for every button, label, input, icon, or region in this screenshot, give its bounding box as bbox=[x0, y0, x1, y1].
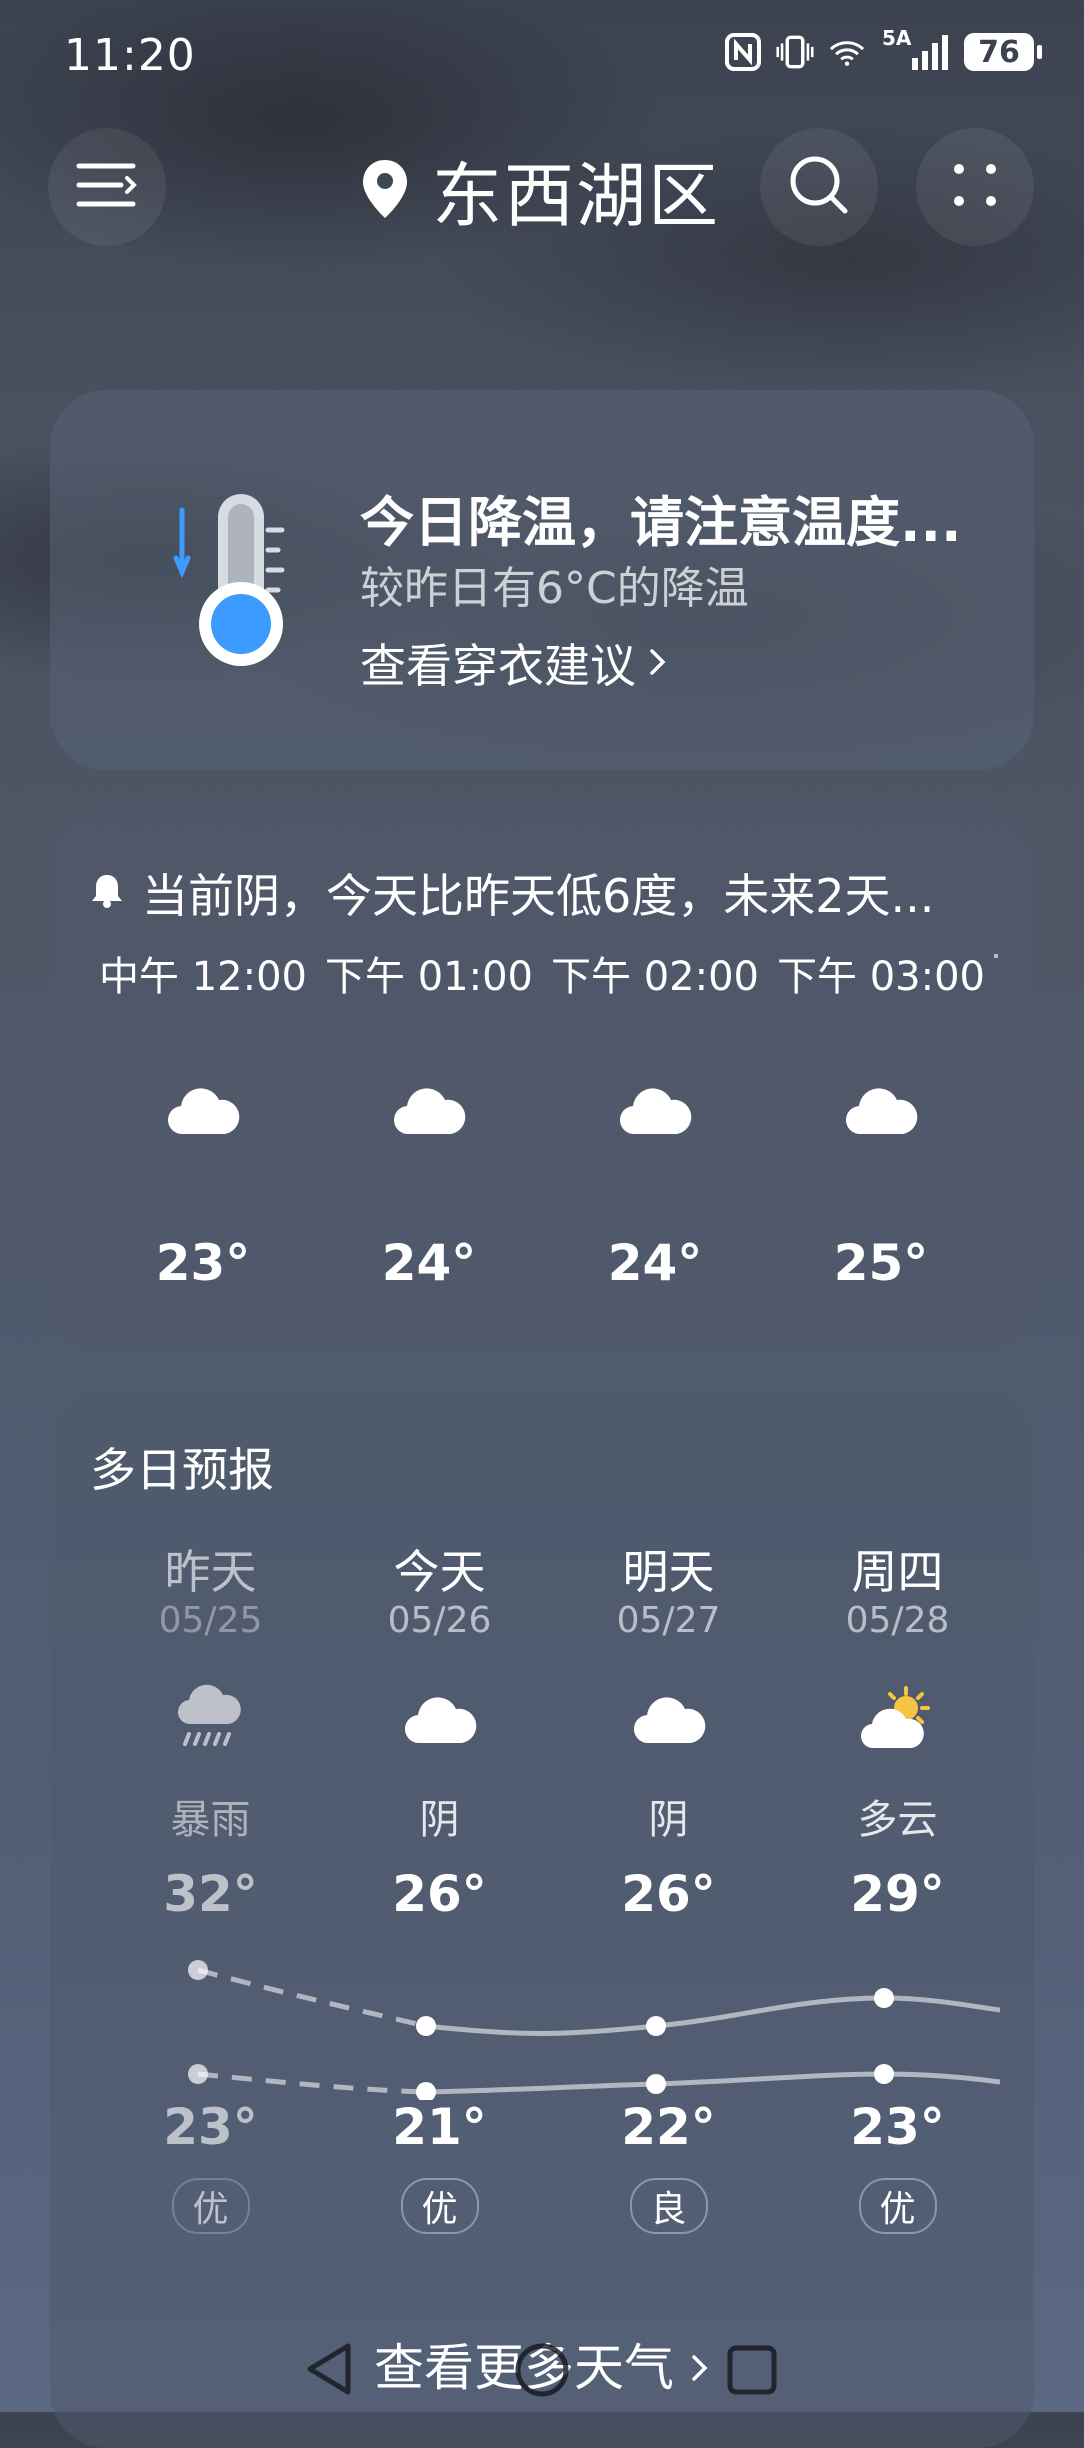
cloudy-icon bbox=[165, 1082, 241, 1142]
chevron-right-icon bbox=[648, 636, 668, 690]
day-high: 26° bbox=[392, 1865, 487, 1923]
day-date: 05/26 bbox=[387, 1600, 492, 1641]
cloudy-icon bbox=[402, 1691, 478, 1751]
daily-forecast-card[interactable]: 多日预报 昨天 05/25 暴雨 32° 今天 05/26 阴 26° 明天 0… bbox=[50, 1388, 1034, 2448]
hourly-temps: 23° 24° 24° 25° bbox=[90, 1234, 1034, 1292]
low-point bbox=[874, 2064, 894, 2084]
hour-temp: 23° bbox=[155, 1234, 251, 1292]
hour-temp: 24° bbox=[607, 1234, 703, 1292]
day-name: 昨天 bbox=[164, 1545, 257, 1599]
day-name: 今天 bbox=[393, 1545, 486, 1599]
status-time: 11:20 bbox=[64, 30, 196, 81]
day-column[interactable]: 周四 05/28 多云 29° bbox=[783, 1536, 1012, 1923]
day-column[interactable]: 明天 05/27 阴 26° bbox=[554, 1536, 783, 1923]
day-high: 26° bbox=[621, 1865, 716, 1923]
menu-icon bbox=[75, 160, 139, 214]
hour-temp: 24° bbox=[381, 1234, 477, 1292]
low-point bbox=[646, 2074, 666, 2094]
hourly-times: 中午 12:00 下午 01:00 下午 02:00 下午 03:00 bbox=[90, 944, 1034, 1002]
vibrate-icon bbox=[776, 32, 814, 72]
nfc-icon bbox=[724, 32, 762, 72]
hourly-summary-text: 当前阴，今天比昨天低6度，未来2天... bbox=[142, 869, 935, 923]
clothing-advice-label: 查看穿衣建议 bbox=[360, 639, 636, 693]
partly-cloudy-icon bbox=[858, 1684, 938, 1758]
low-temp-curve-past bbox=[197, 2071, 427, 2095]
low-temp-curve bbox=[425, 2071, 1001, 2095]
day-low: 21° bbox=[392, 2098, 487, 2156]
location-title[interactable]: 东西湖区 bbox=[360, 140, 720, 241]
day-date: 05/25 bbox=[158, 1600, 263, 1641]
search-icon bbox=[787, 153, 851, 221]
day-low: 23° bbox=[850, 2098, 945, 2156]
nav-back-button[interactable] bbox=[304, 2342, 354, 2400]
clothing-advice-link[interactable]: 查看穿衣建议 bbox=[360, 630, 668, 696]
aqi-badge: 良 bbox=[629, 2178, 708, 2234]
temperature-trend-chart bbox=[188, 1960, 1001, 2100]
high-point bbox=[874, 1988, 894, 2008]
day-name: 明天 bbox=[622, 1545, 715, 1599]
search-button[interactable] bbox=[760, 128, 878, 246]
location-pin-icon bbox=[360, 158, 410, 224]
more-icon bbox=[951, 161, 999, 213]
hourly-summary: 当前阴，今天比昨天低6度，未来2天... bbox=[90, 860, 934, 926]
day-column[interactable]: 昨天 05/25 暴雨 32° bbox=[96, 1536, 325, 1923]
day-column[interactable]: 今天 05/26 阴 26° bbox=[325, 1536, 554, 1923]
alert-title: 今日降温，请注意温度... bbox=[360, 491, 962, 554]
scroll-hint-dot bbox=[994, 954, 998, 958]
hour-time: 下午 01:00 bbox=[325, 954, 533, 1000]
status-icons: 5A 76 bbox=[724, 26, 1042, 72]
day-low: 22° bbox=[621, 2098, 716, 2156]
day-date: 05/28 bbox=[845, 1600, 950, 1641]
hour-time: 中午 12:00 bbox=[99, 954, 307, 1000]
high-point bbox=[416, 2016, 436, 2036]
high-temp-curve bbox=[425, 1995, 1001, 2036]
day-date: 05/27 bbox=[616, 1600, 721, 1641]
alert-subtitle: 较昨日有6°C的降温 bbox=[360, 563, 749, 614]
daily-title: 多日预报 bbox=[90, 1443, 274, 1497]
cloudy-icon bbox=[843, 1082, 919, 1142]
hourly-forecast-card[interactable]: 当前阴，今天比昨天低6度，未来2天... 中午 12:00 下午 01:00 下… bbox=[50, 812, 1034, 1350]
status-bar: 11:20 5A 76 bbox=[0, 0, 1084, 110]
high-temp-curve-past bbox=[197, 1967, 427, 2029]
system-nav-bar bbox=[0, 2330, 1084, 2412]
day-condition: 暴雨 bbox=[170, 1797, 251, 1843]
thermometer-icon bbox=[168, 490, 328, 690]
more-button[interactable] bbox=[916, 128, 1034, 246]
bell-icon bbox=[90, 866, 124, 920]
temperature-drop-card[interactable]: 今日降温，请注意温度... 较昨日有6°C的降温 查看穿衣建议 bbox=[50, 390, 1034, 770]
day-condition: 阴 bbox=[648, 1797, 689, 1843]
day-condition: 阴 bbox=[419, 1797, 460, 1843]
hourly-icons bbox=[90, 1082, 1034, 1142]
network-label: 5A bbox=[882, 26, 912, 50]
hour-time: 下午 03:00 bbox=[777, 954, 985, 1000]
daily-columns: 昨天 05/25 暴雨 32° 今天 05/26 阴 26° 明天 05/27 … bbox=[96, 1536, 1012, 1923]
day-low: 23° bbox=[163, 2098, 258, 2156]
nav-recents-button[interactable] bbox=[726, 2344, 778, 2400]
location-name: 东西湖区 bbox=[432, 155, 720, 237]
aqi-badge: 优 bbox=[171, 2178, 250, 2234]
cloudy-icon bbox=[631, 1691, 707, 1751]
day-condition: 多云 bbox=[857, 1797, 938, 1843]
nav-home-button[interactable] bbox=[512, 2340, 572, 2404]
day-high: 29° bbox=[850, 1865, 945, 1923]
signal-icon: 5A bbox=[880, 26, 950, 72]
high-point bbox=[188, 1960, 208, 1980]
wifi-icon bbox=[828, 32, 866, 72]
aqi-badge: 优 bbox=[858, 2178, 937, 2234]
high-point bbox=[646, 2016, 666, 2036]
battery-icon: 76 bbox=[964, 33, 1042, 71]
day-name: 周四 bbox=[851, 1545, 944, 1599]
daily-lows: 23° 优 21° 优 22° 良 23° 优 bbox=[96, 2098, 1012, 2234]
low-point bbox=[188, 2064, 208, 2084]
cloudy-icon bbox=[391, 1082, 467, 1142]
hour-time: 下午 02:00 bbox=[551, 954, 759, 1000]
day-high: 32° bbox=[163, 1865, 258, 1923]
menu-button[interactable] bbox=[48, 128, 166, 246]
hour-temp: 25° bbox=[833, 1234, 929, 1292]
cloudy-icon bbox=[617, 1082, 693, 1142]
heavy-rain-icon bbox=[175, 1684, 247, 1758]
aqi-badge: 优 bbox=[400, 2178, 479, 2234]
